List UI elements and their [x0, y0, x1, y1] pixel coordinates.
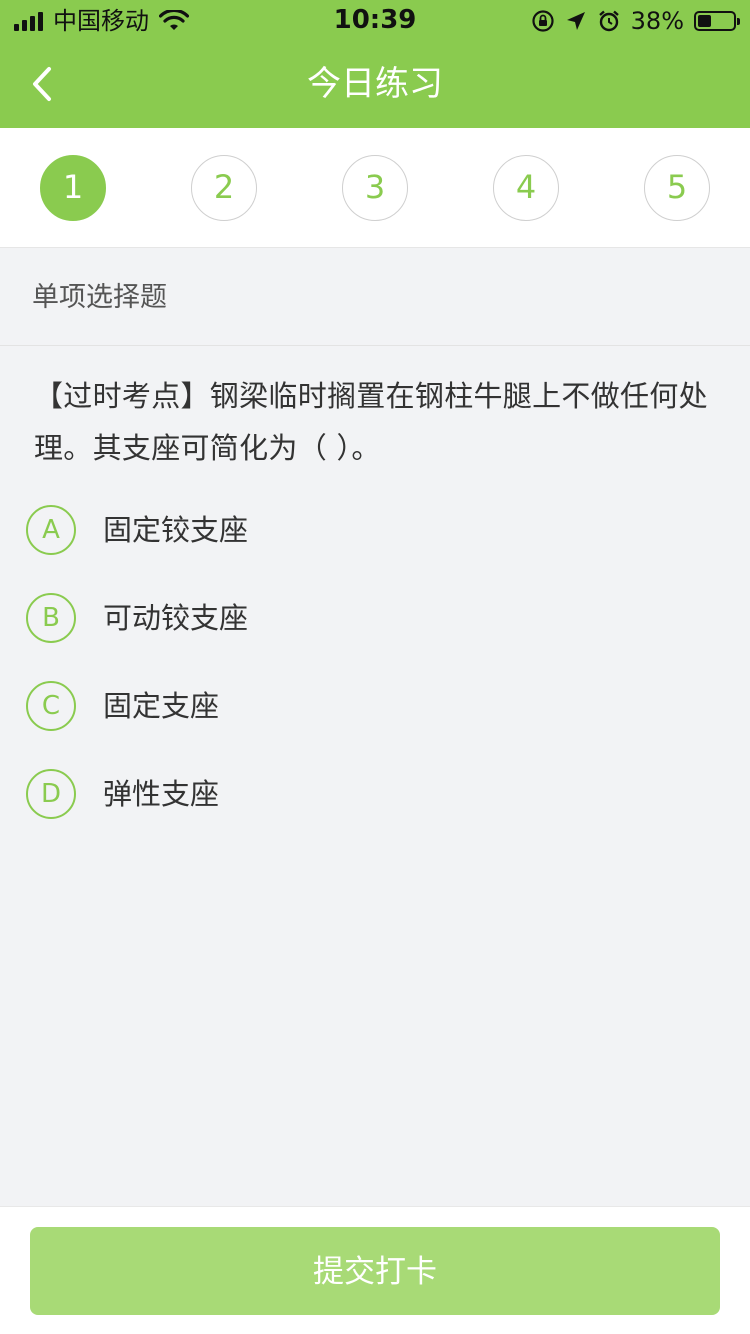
step-2[interactable]: 2: [191, 155, 257, 221]
option-text-b: 可动铰支座: [103, 601, 249, 635]
question-type-label: 单项选择题: [32, 282, 167, 313]
question-text: 【过时考点】钢梁临时搁置在钢柱牛腿上不做任何处理。其支座可简化为（ ）。: [34, 379, 708, 465]
step-indicator: 1 2 3 4 5: [0, 128, 750, 248]
rotation-lock-icon: [532, 10, 554, 32]
submit-checkin-button[interactable]: 提交打卡: [30, 1227, 720, 1315]
option-text-c: 固定支座: [103, 689, 220, 723]
option-b[interactable]: B 可动铰支座: [26, 593, 626, 645]
status-right: 38%: [531, 7, 740, 35]
step-1[interactable]: 1: [40, 155, 106, 221]
status-bar: 中国移动 10:39 38%: [0, 0, 750, 40]
navigation-bar: 今日练习: [0, 40, 750, 128]
chevron-left-icon: [33, 67, 51, 101]
status-left: 中国移动: [14, 7, 189, 35]
header-bar: 中国移动 10:39 38% 今日练习: [0, 0, 750, 128]
step-3[interactable]: 3: [342, 155, 408, 221]
option-letter-d: D: [26, 769, 76, 819]
option-d[interactable]: D 弹性支座: [26, 769, 626, 821]
option-a[interactable]: A 固定铰支座: [26, 505, 626, 557]
battery-fill: [698, 15, 711, 27]
question-type-section: 单项选择题: [0, 249, 750, 346]
back-button[interactable]: [22, 60, 62, 108]
option-text-a: 固定铰支座: [103, 513, 249, 547]
option-letter-c: C: [26, 681, 76, 731]
option-letter-b: B: [26, 593, 76, 643]
option-text-d: 弹性支座: [103, 777, 220, 811]
page-title: 今日练习: [307, 64, 443, 104]
wifi-icon: [159, 10, 189, 30]
step-4[interactable]: 4: [493, 155, 559, 221]
step-5[interactable]: 5: [644, 155, 710, 221]
carrier-name: 中国移动: [53, 7, 149, 35]
option-c[interactable]: C 固定支座: [26, 681, 626, 733]
bottom-bar: 提交打卡: [0, 1206, 750, 1334]
option-letter-a: A: [26, 505, 76, 555]
battery-icon: [694, 11, 740, 31]
battery-percentage: 38%: [630, 7, 684, 35]
alarm-icon: [598, 10, 619, 32]
location-icon: [566, 12, 585, 30]
signal-icon: [14, 11, 43, 31]
